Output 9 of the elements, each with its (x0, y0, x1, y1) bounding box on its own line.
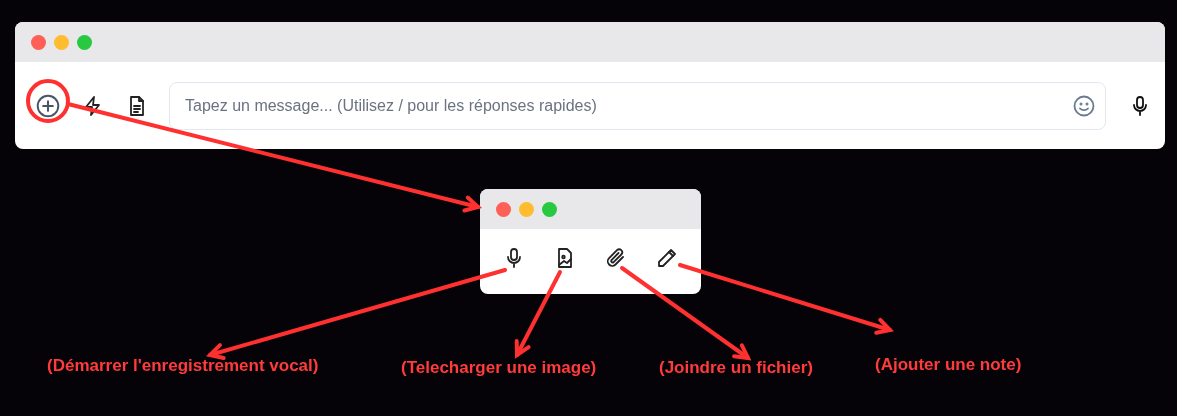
annotation-label: (Ajouter une note) (875, 355, 1022, 375)
add-button[interactable] (35, 92, 61, 119)
annotation-label: (Démarrer l'enregistrement vocal) (47, 356, 319, 376)
emoji-icon[interactable] (1072, 93, 1096, 118)
annotation-label: (Telecharger une image) (401, 358, 597, 378)
annotation-label: (Joindre un fichier) (659, 358, 813, 378)
plus-icon (35, 92, 61, 119)
highlight-circle (26, 79, 70, 123)
message-field[interactable]: Tapez un message... (Utilisez / pour les réponses rapides) (169, 81, 1106, 130)
